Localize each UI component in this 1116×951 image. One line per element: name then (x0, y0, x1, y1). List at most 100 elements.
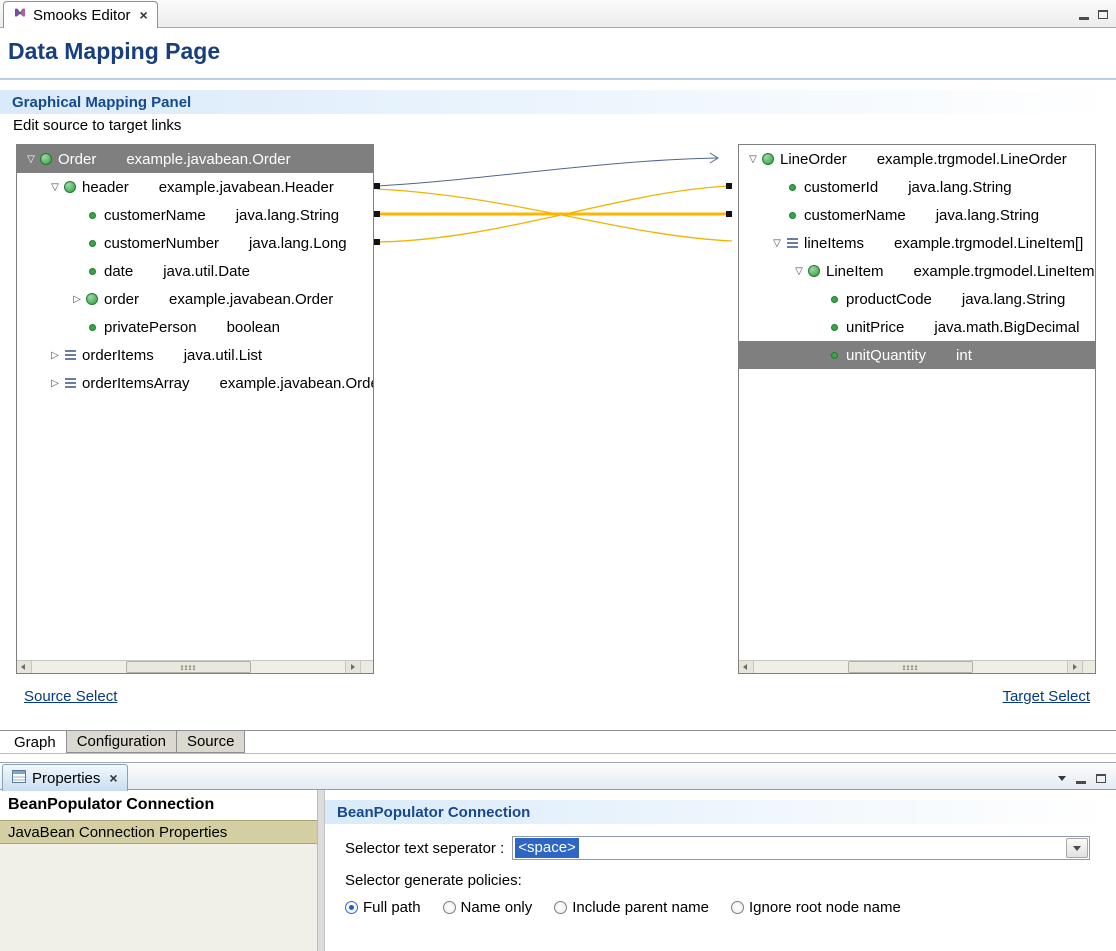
connection-handle[interactable] (374, 211, 380, 217)
scrollbar-track[interactable] (32, 661, 345, 673)
page-tab[interactable]: Source (176, 731, 246, 753)
scrollbar-track[interactable] (754, 661, 1067, 673)
node-icon (827, 347, 843, 363)
scrollbar-thumb[interactable] (125, 661, 252, 673)
close-icon[interactable]: × (109, 770, 117, 786)
properties-section-header: BeanPopulator Connection (325, 800, 1116, 824)
tree-row[interactable]: customerId java.lang.String (739, 173, 1095, 201)
tab-smooks-editor[interactable]: Smooks Editor × (3, 1, 158, 28)
node-name: date (104, 262, 134, 280)
scroll-right-button[interactable] (1067, 661, 1082, 673)
tree-row[interactable]: Order example.javabean.Order (17, 145, 373, 173)
expand-toggle-icon[interactable] (23, 154, 39, 165)
expand-toggle-icon[interactable] (69, 294, 85, 305)
tree-row[interactable]: order example.javabean.Order (17, 285, 373, 313)
radio-button-icon[interactable] (442, 901, 456, 914)
expand-toggle-icon[interactable] (791, 266, 807, 277)
properties-list-item[interactable]: BeanPopulator Connection (0, 790, 317, 820)
tree-row[interactable]: privatePerson boolean (17, 313, 373, 341)
radio-button-icon[interactable] (345, 901, 358, 914)
node-type: boolean (226, 318, 280, 336)
horizontal-scrollbar[interactable] (739, 660, 1082, 673)
tree-row[interactable]: orderItems java.util.List (17, 341, 373, 369)
target-tree-panel: LineOrder example.trgmodel.LineOrder cus… (738, 144, 1096, 674)
tree-row[interactable]: LineOrder example.trgmodel.LineOrder (739, 145, 1095, 173)
tree-row[interactable]: orderItemsArray example.javabean.OrderIt… (17, 369, 373, 397)
target-select-link[interactable]: Target Select (1002, 688, 1090, 705)
tree-row[interactable]: date java.util.Date (17, 257, 373, 285)
expand-toggle-icon[interactable] (745, 154, 761, 165)
connection-header-lineorder[interactable] (376, 157, 719, 187)
connection-handle[interactable] (374, 239, 380, 245)
maximize-icon[interactable] (1096, 773, 1106, 783)
node-name: Order (58, 150, 97, 168)
connection-handle[interactable] (726, 183, 732, 189)
properties-selector-list: BeanPopulator Connection JavaBean Connec… (0, 790, 318, 951)
selector-separator-combo[interactable]: <space> (512, 836, 1090, 860)
node-type: java.lang.String (935, 206, 1040, 224)
combo-dropdown-button[interactable] (1066, 838, 1088, 858)
scrollbar-corner (1082, 660, 1095, 673)
source-tree-panel: Order example.javabean.Order header exam… (16, 144, 374, 674)
expand-toggle-icon[interactable] (769, 238, 785, 249)
editor-page-tabs: Graph Configuration Source (0, 730, 1116, 754)
connection-handle[interactable] (726, 211, 732, 217)
panel-subtitle: Edit source to target links (13, 117, 182, 134)
tree-row[interactable]: unitPrice java.math.BigDecimal (739, 313, 1095, 341)
policy-radio-option[interactable]: Ignore root node name (731, 899, 901, 916)
pane-divider[interactable] (318, 790, 325, 951)
expand-toggle-icon[interactable] (47, 350, 63, 361)
maximize-icon[interactable] (1098, 9, 1108, 19)
node-type: java.util.List (183, 346, 263, 364)
close-icon[interactable]: × (140, 7, 148, 23)
expand-toggle-icon[interactable] (47, 182, 63, 193)
node-name: privatePerson (104, 318, 197, 336)
scrollbar-corner (360, 660, 373, 673)
scroll-right-button[interactable] (345, 661, 360, 673)
view-menu-icon[interactable] (1058, 775, 1066, 781)
page-tab[interactable]: Graph (4, 731, 67, 753)
node-type: example.javabean.Order (169, 290, 334, 308)
properties-list-item[interactable]: JavaBean Connection Properties (0, 820, 317, 844)
source-select-link[interactable]: Source Select (24, 688, 117, 705)
policy-radio-option[interactable]: Name only (442, 899, 533, 916)
expand-toggle-icon[interactable] (47, 378, 63, 389)
node-icon (785, 179, 801, 195)
tab-properties[interactable]: Properties × (2, 764, 128, 791)
policy-radio-option[interactable]: Include parent name (554, 899, 709, 916)
radio-label: Ignore root node name (749, 899, 901, 916)
target-tree: LineOrder example.trgmodel.LineOrder cus… (739, 145, 1095, 660)
scroll-left-button[interactable] (739, 661, 754, 673)
panel-title: Graphical Mapping Panel (12, 93, 192, 111)
page-tab[interactable]: Configuration (66, 731, 177, 753)
tree-row[interactable]: LineItem example.trgmodel.LineItem (739, 257, 1095, 285)
scroll-left-button[interactable] (17, 661, 32, 673)
minimize-icon[interactable] (1079, 8, 1089, 20)
node-name: header (82, 178, 129, 196)
chevron-down-icon (1073, 845, 1081, 851)
selector-separator-label: Selector text seperator : (345, 839, 505, 857)
minimize-icon[interactable] (1076, 772, 1086, 784)
radio-button-icon[interactable] (554, 901, 568, 914)
radio-label: Name only (460, 899, 533, 916)
tree-row[interactable]: productCode java.lang.String (739, 285, 1095, 313)
graphical-mapping-panel-header: Graphical Mapping Panel (0, 90, 1116, 114)
tree-row[interactable]: customerNumber java.lang.Long (17, 229, 373, 257)
tree-row[interactable]: customerName java.lang.String (739, 201, 1095, 229)
tree-row[interactable]: lineItems example.trgmodel.LineItem[] (739, 229, 1095, 257)
horizontal-scrollbar[interactable] (17, 660, 360, 673)
tree-row[interactable]: unitQuantity int (739, 341, 1095, 369)
scrollbar-thumb[interactable] (847, 661, 974, 673)
properties-body: BeanPopulator Connection JavaBean Connec… (0, 790, 1116, 951)
node-name: unitPrice (846, 318, 905, 336)
policy-radio-option[interactable]: Full path (345, 899, 421, 916)
node-type: example.trgmodel.LineItem[] (894, 234, 1084, 252)
radio-button-icon[interactable] (731, 901, 745, 914)
radio-label: Full path (363, 899, 421, 916)
connection-handle[interactable] (374, 183, 380, 189)
node-name: customerName (104, 206, 206, 224)
tree-row[interactable]: header example.javabean.Header (17, 173, 373, 201)
tree-row[interactable]: customerName java.lang.String (17, 201, 373, 229)
node-name: order (104, 290, 140, 308)
node-type: java.lang.String (235, 206, 340, 224)
